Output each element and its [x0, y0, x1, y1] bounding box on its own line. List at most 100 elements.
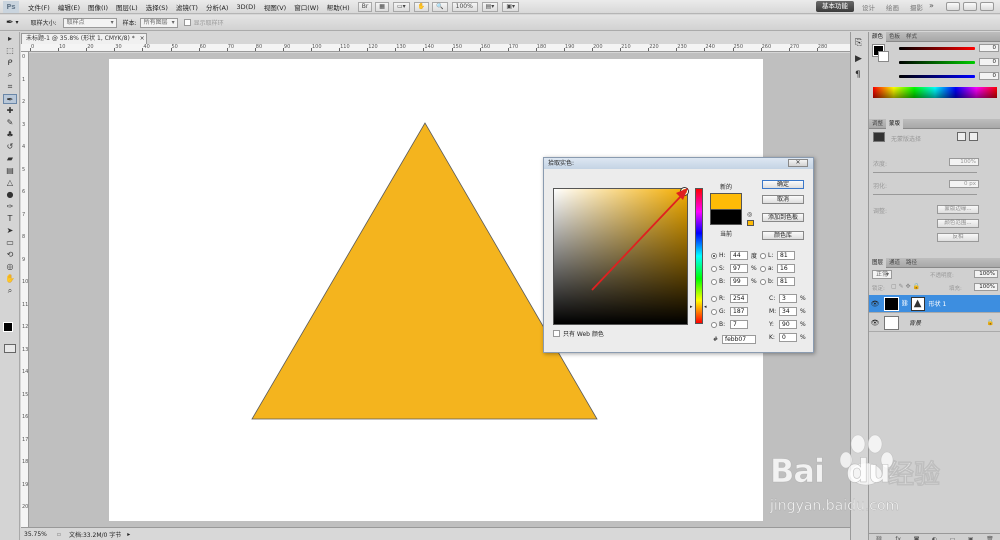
clone-stamp-tool-icon[interactable]: ♣: [3, 130, 17, 140]
hand-tool-icon[interactable]: ✋: [3, 274, 17, 284]
paragraph-panel-icon[interactable]: ¶: [855, 70, 865, 80]
current-color-swatch[interactable]: [710, 209, 742, 225]
green-slider[interactable]: [899, 61, 975, 64]
add-mask-icon[interactable]: ◙: [914, 536, 920, 540]
s-radio[interactable]: [711, 265, 717, 272]
a-input[interactable]: 16: [777, 264, 795, 273]
window-minimize-button[interactable]: [946, 2, 960, 11]
m-input[interactable]: 34: [779, 307, 797, 316]
document-tab[interactable]: 未标题-1 @ 35.8% (形状 1, CMYK/8) * ×: [21, 33, 147, 44]
gamut-warning-icon[interactable]: ◎: [747, 211, 752, 218]
lock-icons[interactable]: ▢ ✎ ✥ 🔒: [891, 283, 920, 290]
quick-mask-icon[interactable]: [4, 344, 16, 353]
new-layer-icon[interactable]: ▣: [968, 536, 974, 540]
hand-button[interactable]: ✋: [413, 1, 430, 12]
gamut-color-swatch[interactable]: [747, 220, 754, 226]
eyedropper-tool-icon[interactable]: ✒: [3, 94, 17, 104]
feather-value[interactable]: 0 px: [949, 180, 979, 188]
menu-layer[interactable]: 图层(L): [112, 2, 142, 12]
hue-slider[interactable]: [695, 188, 703, 324]
density-slider[interactable]: [873, 172, 977, 173]
menu-view[interactable]: 视图(V): [260, 2, 291, 12]
g-input[interactable]: 187: [730, 307, 748, 316]
layer-row-shape[interactable]: 👁 ⛓ ▲ 形状 1: [869, 295, 1000, 313]
sample-size-select[interactable]: 取样点: [62, 17, 117, 28]
r-radio[interactable]: [711, 295, 717, 302]
red-value[interactable]: 0: [979, 44, 999, 52]
menu-image[interactable]: 图像(I): [84, 2, 112, 12]
color-spectrum-bar[interactable]: [873, 87, 997, 98]
3d-orbit-tool-icon[interactable]: ◎: [3, 262, 17, 272]
b-radio[interactable]: [711, 278, 717, 285]
color-libraries-button[interactable]: 颜色库: [762, 231, 804, 240]
y-input[interactable]: 90: [779, 320, 797, 329]
foreground-color-swatch[interactable]: [3, 322, 13, 332]
link-layers-icon[interactable]: ⛓: [875, 536, 883, 540]
arrange-button[interactable]: ▤▾: [481, 1, 499, 12]
blue-slider[interactable]: [899, 75, 975, 78]
show-ring-checkbox[interactable]: [183, 19, 191, 26]
zoom-tool-button[interactable]: 🔍: [432, 1, 448, 12]
invert-button[interactable]: 反相: [937, 233, 979, 242]
actions-panel-icon[interactable]: ▶: [855, 54, 865, 64]
ok-button[interactable]: 确定: [762, 180, 804, 189]
color-range-button[interactable]: 颜色范围...: [937, 219, 979, 228]
r-input[interactable]: 254: [730, 294, 748, 303]
workspace-essentials[interactable]: 基本功能: [816, 1, 854, 12]
brush-tool-icon[interactable]: ✎: [3, 118, 17, 128]
history-brush-tool-icon[interactable]: ↺: [3, 142, 17, 152]
eraser-tool-icon[interactable]: ▰: [3, 154, 17, 164]
bridge-button[interactable]: Br: [357, 1, 373, 12]
mask-edge-button[interactable]: 蒙版边缘...: [937, 205, 979, 214]
tab-paths[interactable]: 路径: [903, 258, 920, 268]
delete-layer-icon[interactable]: 🗑: [986, 536, 994, 540]
s-input[interactable]: 97: [730, 264, 748, 273]
screen-mode-button[interactable]: ▣▾: [502, 1, 519, 12]
menu-file[interactable]: 文件(F): [24, 2, 54, 12]
cancel-button[interactable]: 取消: [762, 195, 804, 204]
dialog-close-button[interactable]: ✕: [788, 159, 808, 167]
status-zoom[interactable]: 35.75%: [24, 531, 47, 538]
close-tab-icon[interactable]: ×: [140, 35, 145, 42]
lab-b-input[interactable]: 81: [777, 277, 795, 286]
zoom-level-box[interactable]: 100%: [451, 1, 478, 12]
l-input[interactable]: 81: [777, 251, 795, 260]
layer-name[interactable]: 形状 1: [929, 299, 947, 308]
density-value[interactable]: 100%: [949, 158, 979, 166]
window-restore-button[interactable]: [963, 2, 977, 11]
layer-name[interactable]: 背景: [909, 318, 921, 327]
window-close-button[interactable]: [980, 2, 994, 11]
tab-channels[interactable]: 通道: [886, 258, 903, 268]
quick-select-tool-icon[interactable]: ⌕: [3, 70, 17, 80]
blue-radio[interactable]: [711, 321, 717, 328]
layer-row-background[interactable]: 👁 背景 🔒: [869, 314, 1000, 332]
history-panel-icon[interactable]: ⎘: [855, 38, 865, 48]
color-bg-swatch[interactable]: [878, 51, 889, 62]
add-to-swatches-button[interactable]: 添加到色板: [762, 213, 804, 222]
3d-rotate-tool-icon[interactable]: ⟲: [3, 250, 17, 260]
menu-analysis[interactable]: 分析(A): [202, 2, 233, 12]
green-value[interactable]: 0: [979, 58, 999, 66]
crop-tool-icon[interactable]: ⌗: [3, 82, 17, 92]
pen-tool-icon[interactable]: ✑: [3, 202, 17, 212]
extras-button[interactable]: ▭▾: [392, 1, 410, 12]
status-menu-icon[interactable]: ▸: [127, 531, 130, 538]
menu-window[interactable]: 窗口(W): [290, 2, 323, 12]
hex-input[interactable]: febb07: [722, 335, 756, 344]
red-slider[interactable]: [899, 47, 975, 50]
tab-adjustments[interactable]: 调整: [869, 119, 886, 129]
tab-styles[interactable]: 样式: [903, 32, 920, 42]
menu-select[interactable]: 选择(S): [142, 2, 172, 12]
dodge-tool-icon[interactable]: ●: [3, 190, 17, 200]
opacity-value[interactable]: 100%: [974, 270, 998, 278]
web-only-checkbox[interactable]: [553, 330, 560, 337]
menu-edit[interactable]: 编辑(E): [54, 2, 84, 12]
zoom-tool-icon[interactable]: ⌕: [3, 286, 17, 296]
adjustment-layer-icon[interactable]: ◐: [932, 536, 937, 540]
b-input[interactable]: 99: [730, 277, 748, 286]
shape-tool-icon[interactable]: ▭: [3, 238, 17, 248]
menu-3d[interactable]: 3D(D): [232, 3, 259, 11]
lasso-tool-icon[interactable]: ᑭ: [3, 58, 17, 68]
workspace-painting[interactable]: 绘画: [886, 2, 899, 12]
blend-mode-select[interactable]: 正常: [872, 270, 893, 279]
